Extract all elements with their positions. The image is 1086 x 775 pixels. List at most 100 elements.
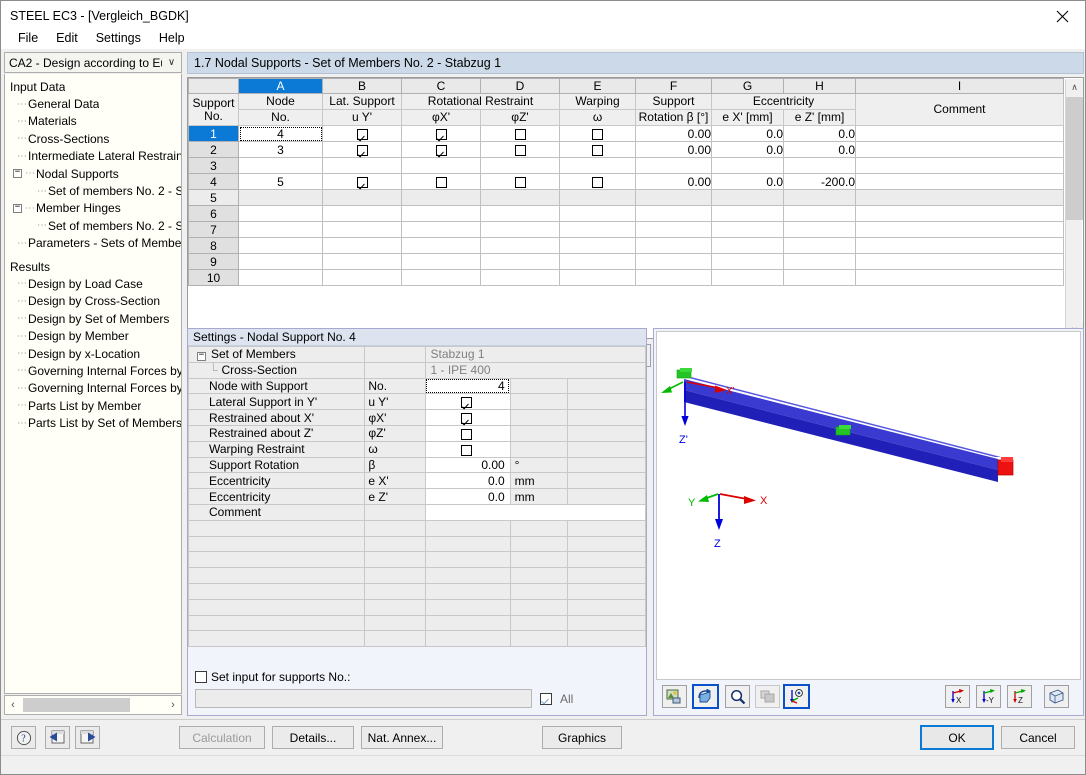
tree-item-member-hinges[interactable]: − ⋯ Member Hinges <box>5 200 181 217</box>
col-letter-c[interactable]: C <box>401 78 481 94</box>
cell-phix[interactable] <box>401 205 481 222</box>
checkbox-icon[interactable] <box>461 444 473 456</box>
table-row[interactable]: 8 <box>188 237 1064 254</box>
cell-phix[interactable] <box>401 157 481 174</box>
ok-button[interactable]: OK <box>920 725 994 750</box>
checkbox-icon[interactable] <box>514 144 526 156</box>
view-in-x-icon[interactable]: X <box>945 685 970 708</box>
cell-node-no[interactable] <box>238 269 323 286</box>
settings-row-restrained-x[interactable]: Restrained about X' φX' <box>187 409 647 426</box>
tree-item-governing-internal-forces-by-member[interactable]: ⋯ Governing Internal Forces by M <box>5 362 181 379</box>
cell-comment[interactable] <box>855 189 1064 206</box>
cell-ez[interactable] <box>783 269 856 286</box>
lateral-support-checkbox-cell[interactable] <box>424 393 511 411</box>
previous-icon[interactable] <box>45 726 70 749</box>
cell-phiz[interactable] <box>480 189 560 206</box>
cell-ex[interactable] <box>711 253 784 270</box>
tree-item-design-by-x-location[interactable]: ⋯ Design by x-Location <box>5 345 181 362</box>
nat-annex-button[interactable]: Nat. Annex... <box>361 726 443 749</box>
settings-row-support-rotation[interactable]: Support Rotation β 0.00 ° <box>187 456 647 474</box>
checkbox-icon[interactable] <box>592 144 603 156</box>
checkbox-icon[interactable] <box>514 128 526 140</box>
cell-node-no[interactable]: 4 <box>238 125 323 142</box>
cell-ez[interactable] <box>783 253 856 270</box>
eccentricity-z-field[interactable]: 0.0 <box>424 488 511 505</box>
table-row[interactable]: 1 4 0.00 0.0 0.0 <box>188 125 1064 142</box>
cell-ex[interactable]: 0.0 <box>711 141 784 158</box>
tree-item-nodal-supports[interactable]: − ⋯ Nodal Supports <box>5 165 181 182</box>
checkbox-icon[interactable] <box>435 128 447 140</box>
cancel-button[interactable]: Cancel <box>1001 726 1075 749</box>
cell-beta[interactable] <box>635 269 712 286</box>
cell-node-no[interactable] <box>238 253 323 270</box>
cell-omega[interactable] <box>559 125 636 142</box>
tree-item-parts-list-by-set-of-members[interactable]: ⋯ Parts List by Set of Members <box>5 414 181 431</box>
cell-beta[interactable]: 0.00 <box>635 173 712 190</box>
cell-omega[interactable] <box>559 253 636 270</box>
cell-ez[interactable] <box>783 189 856 206</box>
cell-ez[interactable] <box>783 157 856 174</box>
cell-ex[interactable] <box>711 237 784 254</box>
cell-ex[interactable] <box>711 269 784 286</box>
cell-omega[interactable] <box>559 205 636 222</box>
cell-phix[interactable] <box>401 189 481 206</box>
col-letter-e[interactable]: E <box>559 78 636 94</box>
cell-uy[interactable] <box>322 253 402 270</box>
row-header[interactable]: 6 <box>188 205 239 222</box>
row-header[interactable]: 2 <box>188 141 239 158</box>
cell-phiz[interactable] <box>480 269 560 286</box>
cell-node-no[interactable] <box>238 189 323 206</box>
tree-item-member-hinges-set-2[interactable]: ⋯ Set of members No. 2 - Sta <box>5 217 181 234</box>
tree-item-general-data[interactable]: ⋯ General Data <box>5 95 181 112</box>
row-header[interactable]: 4 <box>188 173 239 190</box>
settings-row-eccentricity-z[interactable]: Eccentricity e Z' 0.0 mm <box>187 488 647 505</box>
set-input-row[interactable]: Set input for supports No.: <box>195 670 639 684</box>
wireframe-icon[interactable] <box>755 685 780 708</box>
checkbox-icon[interactable] <box>356 176 368 188</box>
tree-item-nodal-supports-set-2[interactable]: ⋯ Set of members No. 2 - Sta <box>5 182 181 199</box>
restrained-z-checkbox-cell[interactable] <box>424 424 511 442</box>
cell-uy[interactable] <box>322 173 402 190</box>
table-row[interactable]: 2 3 0.00 0.0 0.0 <box>188 141 1064 158</box>
navigator-horizontal-scrollbar[interactable]: ‹ › <box>4 695 182 715</box>
checkbox-icon[interactable] <box>435 176 447 188</box>
cell-omega[interactable] <box>559 269 636 286</box>
checkbox-icon[interactable] <box>461 397 473 409</box>
cell-phiz[interactable] <box>480 173 560 190</box>
cell-phiz[interactable] <box>480 237 560 254</box>
table-row[interactable]: 3 <box>188 157 1064 174</box>
cell-comment[interactable] <box>855 237 1064 254</box>
checkbox-icon[interactable] <box>461 428 473 440</box>
cell-omega[interactable] <box>559 237 636 254</box>
collapse-icon[interactable]: − <box>13 202 22 213</box>
checkbox-icon[interactable] <box>592 128 603 140</box>
cell-omega[interactable] <box>559 221 636 238</box>
set-input-checkbox[interactable] <box>195 671 207 683</box>
zoom-icon[interactable] <box>725 685 750 708</box>
cell-ex[interactable] <box>711 189 784 206</box>
row-header[interactable]: 7 <box>188 221 239 238</box>
cell-uy[interactable] <box>322 125 402 142</box>
cell-beta[interactable] <box>635 253 712 270</box>
tree-group-input-data[interactable]: Input Data <box>5 78 181 95</box>
cell-node-no[interactable] <box>238 221 323 238</box>
cell-phix[interactable] <box>401 173 481 190</box>
cell-node-no[interactable] <box>238 157 323 174</box>
tree-item-intermediate-lateral-restraints[interactable]: ⋯ Intermediate Lateral Restraints <box>5 148 181 165</box>
cell-beta[interactable]: 0.00 <box>635 125 712 142</box>
restrained-x-checkbox-cell[interactable] <box>424 409 511 426</box>
next-icon[interactable] <box>75 726 100 749</box>
col-letter-d[interactable]: D <box>480 78 560 94</box>
cell-uy[interactable] <box>322 157 402 174</box>
cell-node-no[interactable] <box>238 205 323 222</box>
cell-beta[interactable] <box>635 157 712 174</box>
cell-ex[interactable] <box>711 157 784 174</box>
cell-omega[interactable] <box>559 141 636 158</box>
settings-row-restrained-z[interactable]: Restrained about Z' φZ' <box>187 424 647 442</box>
cell-ez[interactable] <box>783 205 856 222</box>
cell-comment[interactable] <box>855 125 1064 142</box>
cell-uy[interactable] <box>322 205 402 222</box>
cell-ex[interactable] <box>711 221 784 238</box>
view-in-z-icon[interactable]: Z <box>1007 685 1032 708</box>
tree-item-design-by-member[interactable]: ⋯ Design by Member <box>5 327 181 344</box>
